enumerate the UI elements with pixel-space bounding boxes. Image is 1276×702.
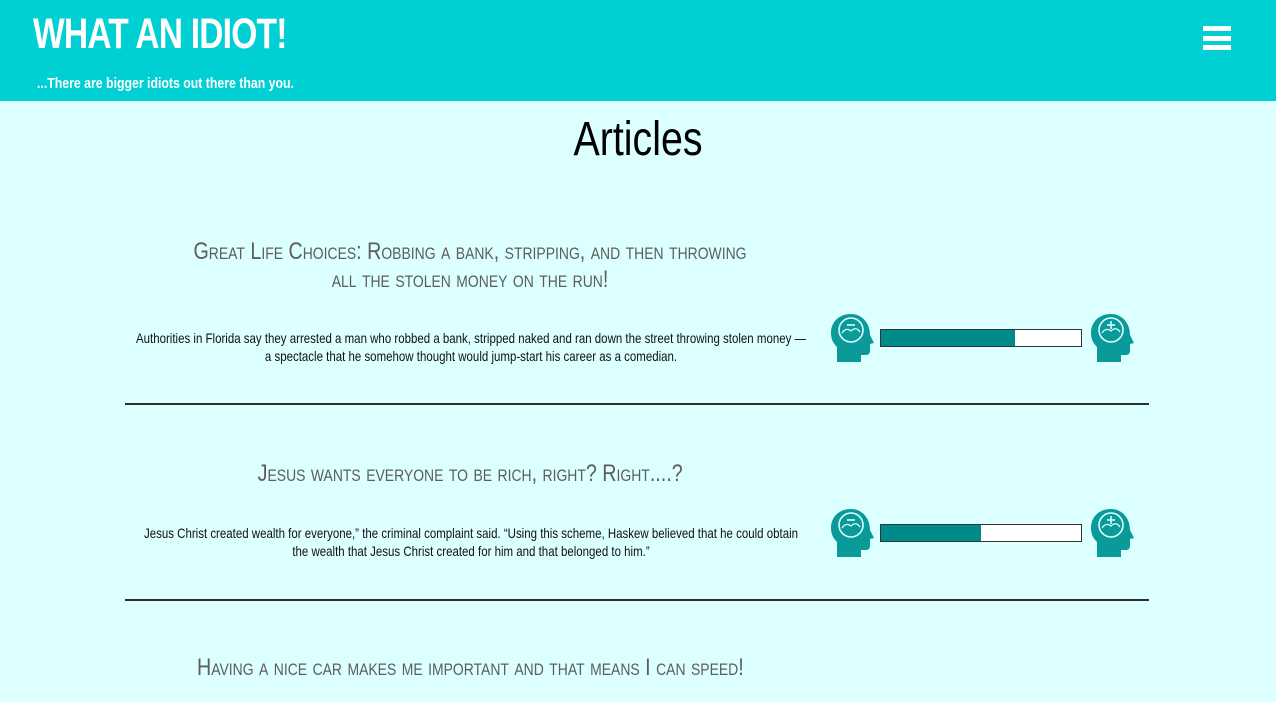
brain-plus-icon xyxy=(1091,314,1134,362)
brain-plus-icon xyxy=(1091,509,1134,557)
idiot-meter-fill xyxy=(881,525,981,541)
article-divider xyxy=(125,403,1149,405)
article-title-link[interactable]: Jesus wants everyone to be rich, right? … xyxy=(125,460,815,488)
brain-minus-icon xyxy=(831,509,874,557)
article-divider xyxy=(125,599,1149,601)
idiot-meter xyxy=(829,508,1137,560)
article-title-link[interactable]: Great Life Choices: Robbing a bank, stri… xyxy=(125,238,815,294)
site-tagline: ...There are bigger idiots out there tha… xyxy=(37,75,294,92)
site-title[interactable]: WHAT AN IDIOT! xyxy=(33,10,287,59)
article-summary: Authorities in Florida say they arrested… xyxy=(135,330,807,364)
brain-minus-icon xyxy=(831,314,874,362)
idiot-meter-bar xyxy=(880,329,1082,347)
site-header: WHAT AN IDIOT! ...There are bigger idiot… xyxy=(0,0,1276,101)
page-title: Articles xyxy=(573,113,703,166)
hamburger-menu-icon[interactable] xyxy=(1203,26,1231,50)
idiot-meter-bar xyxy=(880,524,1082,542)
idiot-meter-fill xyxy=(881,330,1015,346)
article-summary: Jesus Christ created wealth for everyone… xyxy=(143,525,799,559)
idiot-meter xyxy=(829,313,1137,365)
article-title-link[interactable]: Having a nice car makes me important and… xyxy=(125,654,815,682)
